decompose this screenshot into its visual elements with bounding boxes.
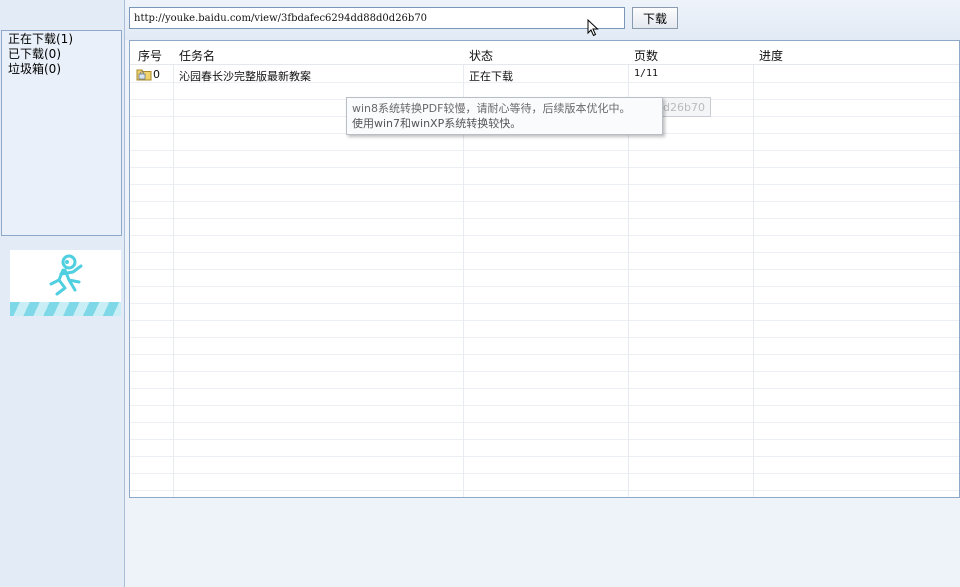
tooltip-line: win8系统转换PDF较慢，请耐心等待，后续版本优化中。 [352, 102, 631, 115]
header-progress[interactable]: 进度 [759, 47, 783, 64]
table-header: 序号 任务名 状态 页数 进度 [130, 41, 959, 65]
sidebar-item-trash[interactable]: 垃圾箱(0) [8, 62, 121, 77]
tooltip-line: 使用win7和winXP系统转换较快。 [352, 117, 522, 130]
url-input[interactable] [129, 7, 625, 29]
sidebar-item-downloaded[interactable]: 已下载(0) [8, 47, 121, 62]
column-divider [173, 41, 174, 497]
row-index: 0 [153, 68, 160, 81]
left-panel: 正在下载(1) 已下载(0) 垃圾箱(0) [0, 0, 125, 587]
app-logo [10, 250, 121, 316]
download-button[interactable]: 下载 [632, 7, 678, 29]
header-pages[interactable]: 页数 [634, 47, 658, 64]
conversion-tip-tooltip: win8系统转换PDF较慢，请耐心等待，后续版本优化中。 使用win7和winX… [346, 97, 663, 135]
sidebar-item-label: 已下载(0) [8, 47, 61, 61]
row-status: 正在下载 [469, 70, 513, 83]
row-task-name: 沁园春长沙完整版最新教案 [179, 70, 311, 83]
tooltip-behind: d26b70 [658, 97, 711, 117]
sidebar-item-label: 垃圾箱(0) [8, 62, 61, 76]
header-status[interactable]: 状态 [469, 47, 493, 64]
download-category-list: 正在下载(1) 已下载(0) 垃圾箱(0) [1, 30, 122, 236]
folder-lock-icon [136, 69, 152, 81]
logo-stripe [10, 302, 121, 316]
running-figure-icon [49, 254, 83, 296]
sidebar-item-label: 正在下载(1) [8, 32, 73, 46]
top-toolbar: 下载 [125, 0, 960, 40]
mouse-pointer-icon [587, 19, 599, 37]
header-task-name[interactable]: 任务名 [179, 47, 215, 64]
header-index[interactable]: 序号 [138, 47, 162, 64]
row-pages: 1/11 [634, 68, 659, 79]
sidebar-item-downloading[interactable]: 正在下载(1) [8, 32, 121, 47]
column-divider [753, 41, 754, 497]
table-row[interactable]: 0 沁园春长沙完整版最新教案 正在下载 1/11 [130, 66, 959, 83]
